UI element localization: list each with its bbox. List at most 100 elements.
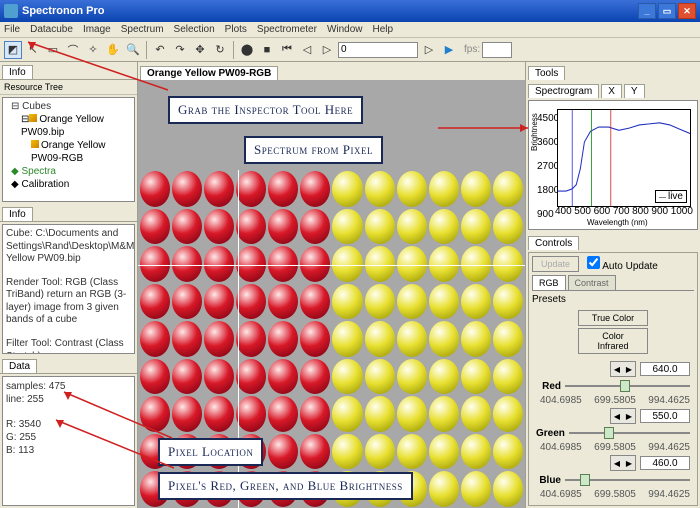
x-tab[interactable]: X <box>601 84 622 98</box>
rotate-button[interactable]: ↻ <box>211 41 229 59</box>
zoom-tool-button[interactable]: 🔍 <box>124 41 142 59</box>
spectrogram-tab[interactable]: Spectrogram <box>528 84 599 98</box>
image-tab[interactable]: Orange Yellow PW09-RGB <box>140 66 278 80</box>
marble <box>461 171 491 207</box>
marble <box>172 321 202 357</box>
contrast-subtab[interactable]: Contrast <box>568 275 616 290</box>
menu-window[interactable]: Window <box>327 24 363 35</box>
fps-input[interactable] <box>482 42 512 58</box>
rgb-subtab[interactable]: RGB <box>532 275 566 290</box>
y-tab[interactable]: Y <box>624 84 645 98</box>
menu-spectrum[interactable]: Spectrum <box>121 24 164 35</box>
frame-input[interactable] <box>338 42 418 58</box>
marble <box>332 434 362 470</box>
marble <box>461 246 491 282</box>
play-button[interactable]: ▶ <box>440 41 458 59</box>
marble <box>268 171 298 207</box>
marble <box>397 359 427 395</box>
crosshair-horizontal <box>138 265 525 266</box>
first-frame-button[interactable]: ⏮ <box>278 41 296 59</box>
true-color-button[interactable]: True Color <box>578 310 648 326</box>
marble <box>172 171 202 207</box>
red-slider[interactable] <box>565 379 690 393</box>
marble <box>365 284 395 320</box>
marble <box>397 246 427 282</box>
close-button[interactable]: ✕ <box>678 3 696 19</box>
undo-button[interactable]: ↶ <box>151 41 169 59</box>
info-tab[interactable]: Info <box>2 65 33 79</box>
prev-frame-button[interactable]: ◁ <box>298 41 316 59</box>
marble <box>300 434 330 470</box>
marble <box>397 321 427 357</box>
marble <box>268 321 298 357</box>
menu-file[interactable]: File <box>4 24 20 35</box>
next-frame-button[interactable]: ▷ <box>318 41 336 59</box>
tree-calibration[interactable]: ◆ Calibration <box>11 178 132 191</box>
data-tab[interactable]: Data <box>2 359 37 373</box>
marble <box>493 321 523 357</box>
lasso-tool-button[interactable]: ⌒ <box>64 41 82 59</box>
green-slider[interactable] <box>569 426 690 440</box>
menu-help[interactable]: Help <box>373 24 394 35</box>
presets-label: Presets <box>532 294 694 305</box>
marble <box>236 359 266 395</box>
inspector-tool-button[interactable]: ◩ <box>4 41 22 59</box>
tools-tab[interactable]: Tools <box>528 66 565 80</box>
next-button[interactable]: ▷ <box>420 41 438 59</box>
red-spinner[interactable]: ◀▶ <box>610 361 636 377</box>
tree-spectra[interactable]: ◆ Spectra <box>11 165 132 178</box>
menu-datacube[interactable]: Datacube <box>30 24 73 35</box>
info-tab-2[interactable]: Info <box>2 207 33 221</box>
marble <box>332 171 362 207</box>
right-panel: Tools Spectrogram X Y Brightness 4500360… <box>525 62 700 508</box>
wand-tool-button[interactable]: ✧ <box>84 41 102 59</box>
marble <box>172 396 202 432</box>
move-tool-button[interactable]: ✥ <box>191 41 209 59</box>
rect-select-button[interactable]: ▭ <box>44 41 62 59</box>
marble <box>332 396 362 432</box>
marble <box>236 321 266 357</box>
menu-spectrometer[interactable]: Spectrometer <box>257 24 317 35</box>
blue-slider[interactable] <box>565 473 690 487</box>
resource-tree[interactable]: ⊟ Cubes ⊟Orange Yellow PW09.bip Orange Y… <box>2 97 135 202</box>
marble <box>236 209 266 245</box>
update-button[interactable]: Update <box>532 256 579 272</box>
controls-tab[interactable]: Controls <box>528 236 579 250</box>
marble <box>429 246 459 282</box>
maximize-button[interactable]: ▭ <box>658 3 676 19</box>
image-viewport[interactable]: Grab the Inspector Tool Here Spectrum fr… <box>138 80 525 508</box>
red-value[interactable]: 640.0 <box>640 362 690 376</box>
menu-selection[interactable]: Selection <box>174 24 215 35</box>
pointer-tool-button[interactable]: ↖ <box>24 41 42 59</box>
marble <box>268 396 298 432</box>
marble <box>332 209 362 245</box>
red-label: Red <box>536 381 561 392</box>
blue-value[interactable]: 460.0 <box>640 456 690 470</box>
tree-item[interactable]: Orange Yellow PW09-RGB <box>31 139 132 165</box>
marble <box>365 359 395 395</box>
record-button[interactable]: ⬤ <box>238 41 256 59</box>
marble <box>172 209 202 245</box>
green-value[interactable]: 550.0 <box>640 409 690 423</box>
window-titlebar: Spectronon Pro _ ▭ ✕ <box>0 0 700 22</box>
green-spinner[interactable]: ◀▶ <box>610 408 636 424</box>
tree-item[interactable]: ⊟Orange Yellow PW09.bip <box>21 113 132 139</box>
blue-spinner[interactable]: ◀▶ <box>610 455 636 471</box>
redo-button[interactable]: ↷ <box>171 41 189 59</box>
minimize-button[interactable]: _ <box>638 3 656 19</box>
marble <box>140 396 170 432</box>
marble <box>300 359 330 395</box>
marble <box>397 171 427 207</box>
marble <box>397 209 427 245</box>
marble <box>397 396 427 432</box>
menu-bar: File Datacube Image Spectrum Selection P… <box>0 22 700 38</box>
stop-button[interactable]: ■ <box>258 41 276 59</box>
marble <box>365 246 395 282</box>
menu-plots[interactable]: Plots <box>225 24 247 35</box>
pan-tool-button[interactable]: ✋ <box>104 41 122 59</box>
spectrogram-plot[interactable]: Brightness 4500360027001800900 — live 40… <box>528 100 698 230</box>
auto-update-checkbox[interactable]: Auto Update <box>587 256 658 272</box>
color-infrared-button[interactable]: Color Infrared <box>578 328 648 354</box>
menu-image[interactable]: Image <box>83 24 111 35</box>
tree-cubes[interactable]: ⊟ Cubes <box>11 100 132 113</box>
